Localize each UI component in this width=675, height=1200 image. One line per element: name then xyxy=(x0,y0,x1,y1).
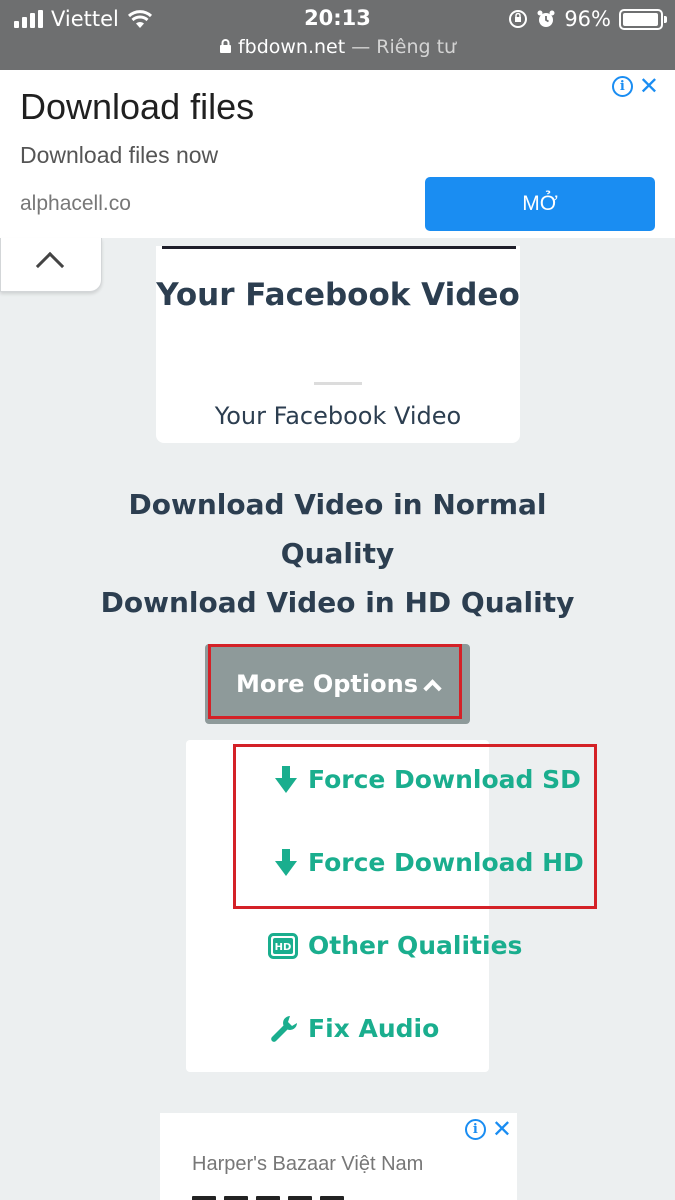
chevron-up-icon xyxy=(35,251,65,281)
download-normal-quality-link[interactable]: Download Video in Normal Quality xyxy=(0,480,675,578)
svg-text:HD: HD xyxy=(275,942,292,953)
private-label: — Riêng tư xyxy=(351,36,457,58)
lock-icon xyxy=(219,39,231,53)
video-card: Your Facebook Video Your Facebook Video xyxy=(156,246,520,443)
other-qualities-label: Other Qualities xyxy=(308,931,523,960)
video-top-border xyxy=(162,246,516,249)
ad-open-button[interactable]: MỞ xyxy=(425,177,655,231)
alarm-icon xyxy=(537,10,555,27)
highlight-box-force-download xyxy=(233,744,597,909)
battery-percent: 96% xyxy=(564,7,611,31)
ad-close-icon[interactable]: ✕ xyxy=(492,1117,512,1141)
ad-close-icon[interactable]: ✕ xyxy=(639,74,659,98)
ad-source: Harper's Bazaar Việt Nam xyxy=(192,1153,424,1175)
video-caption: Your Facebook Video xyxy=(214,402,462,430)
top-ad-banner[interactable]: Download files Download files now alphac… xyxy=(0,70,675,238)
ad-subtitle: Download files now xyxy=(20,142,219,168)
status-bar: Viettel 20:13 96% fbdown.net — Riêng tư xyxy=(0,0,675,70)
fix-audio-label: Fix Audio xyxy=(308,1014,440,1043)
orientation-lock-icon xyxy=(509,10,528,28)
hd-icon: HD xyxy=(268,932,298,959)
ad-info-icon[interactable]: i xyxy=(464,1118,486,1140)
ad-title[interactable]: Download files xyxy=(20,86,254,128)
ad-domain: alphacell.co xyxy=(20,192,131,215)
battery-icon xyxy=(619,8,667,30)
highlight-box-more-options xyxy=(208,644,462,719)
bottom-ad-banner[interactable]: i ✕ Harper's Bazaar Việt Nam xyxy=(160,1113,517,1200)
other-qualities-option[interactable]: HD Other Qualities xyxy=(268,931,522,960)
video-title: Your Facebook Video xyxy=(156,277,520,313)
collapse-ad-button[interactable] xyxy=(0,238,102,292)
address-bar[interactable]: fbdown.net — Riêng tư xyxy=(0,36,675,58)
divider xyxy=(314,382,362,385)
ad-headline-cropped xyxy=(192,1189,412,1200)
ad-info-icon[interactable]: i xyxy=(611,75,633,97)
wrench-icon xyxy=(271,1015,297,1042)
fix-audio-option[interactable]: Fix Audio xyxy=(270,1014,439,1043)
download-hd-quality-link[interactable]: Download Video in HD Quality xyxy=(0,578,675,627)
url-text: fbdown.net xyxy=(237,36,346,58)
